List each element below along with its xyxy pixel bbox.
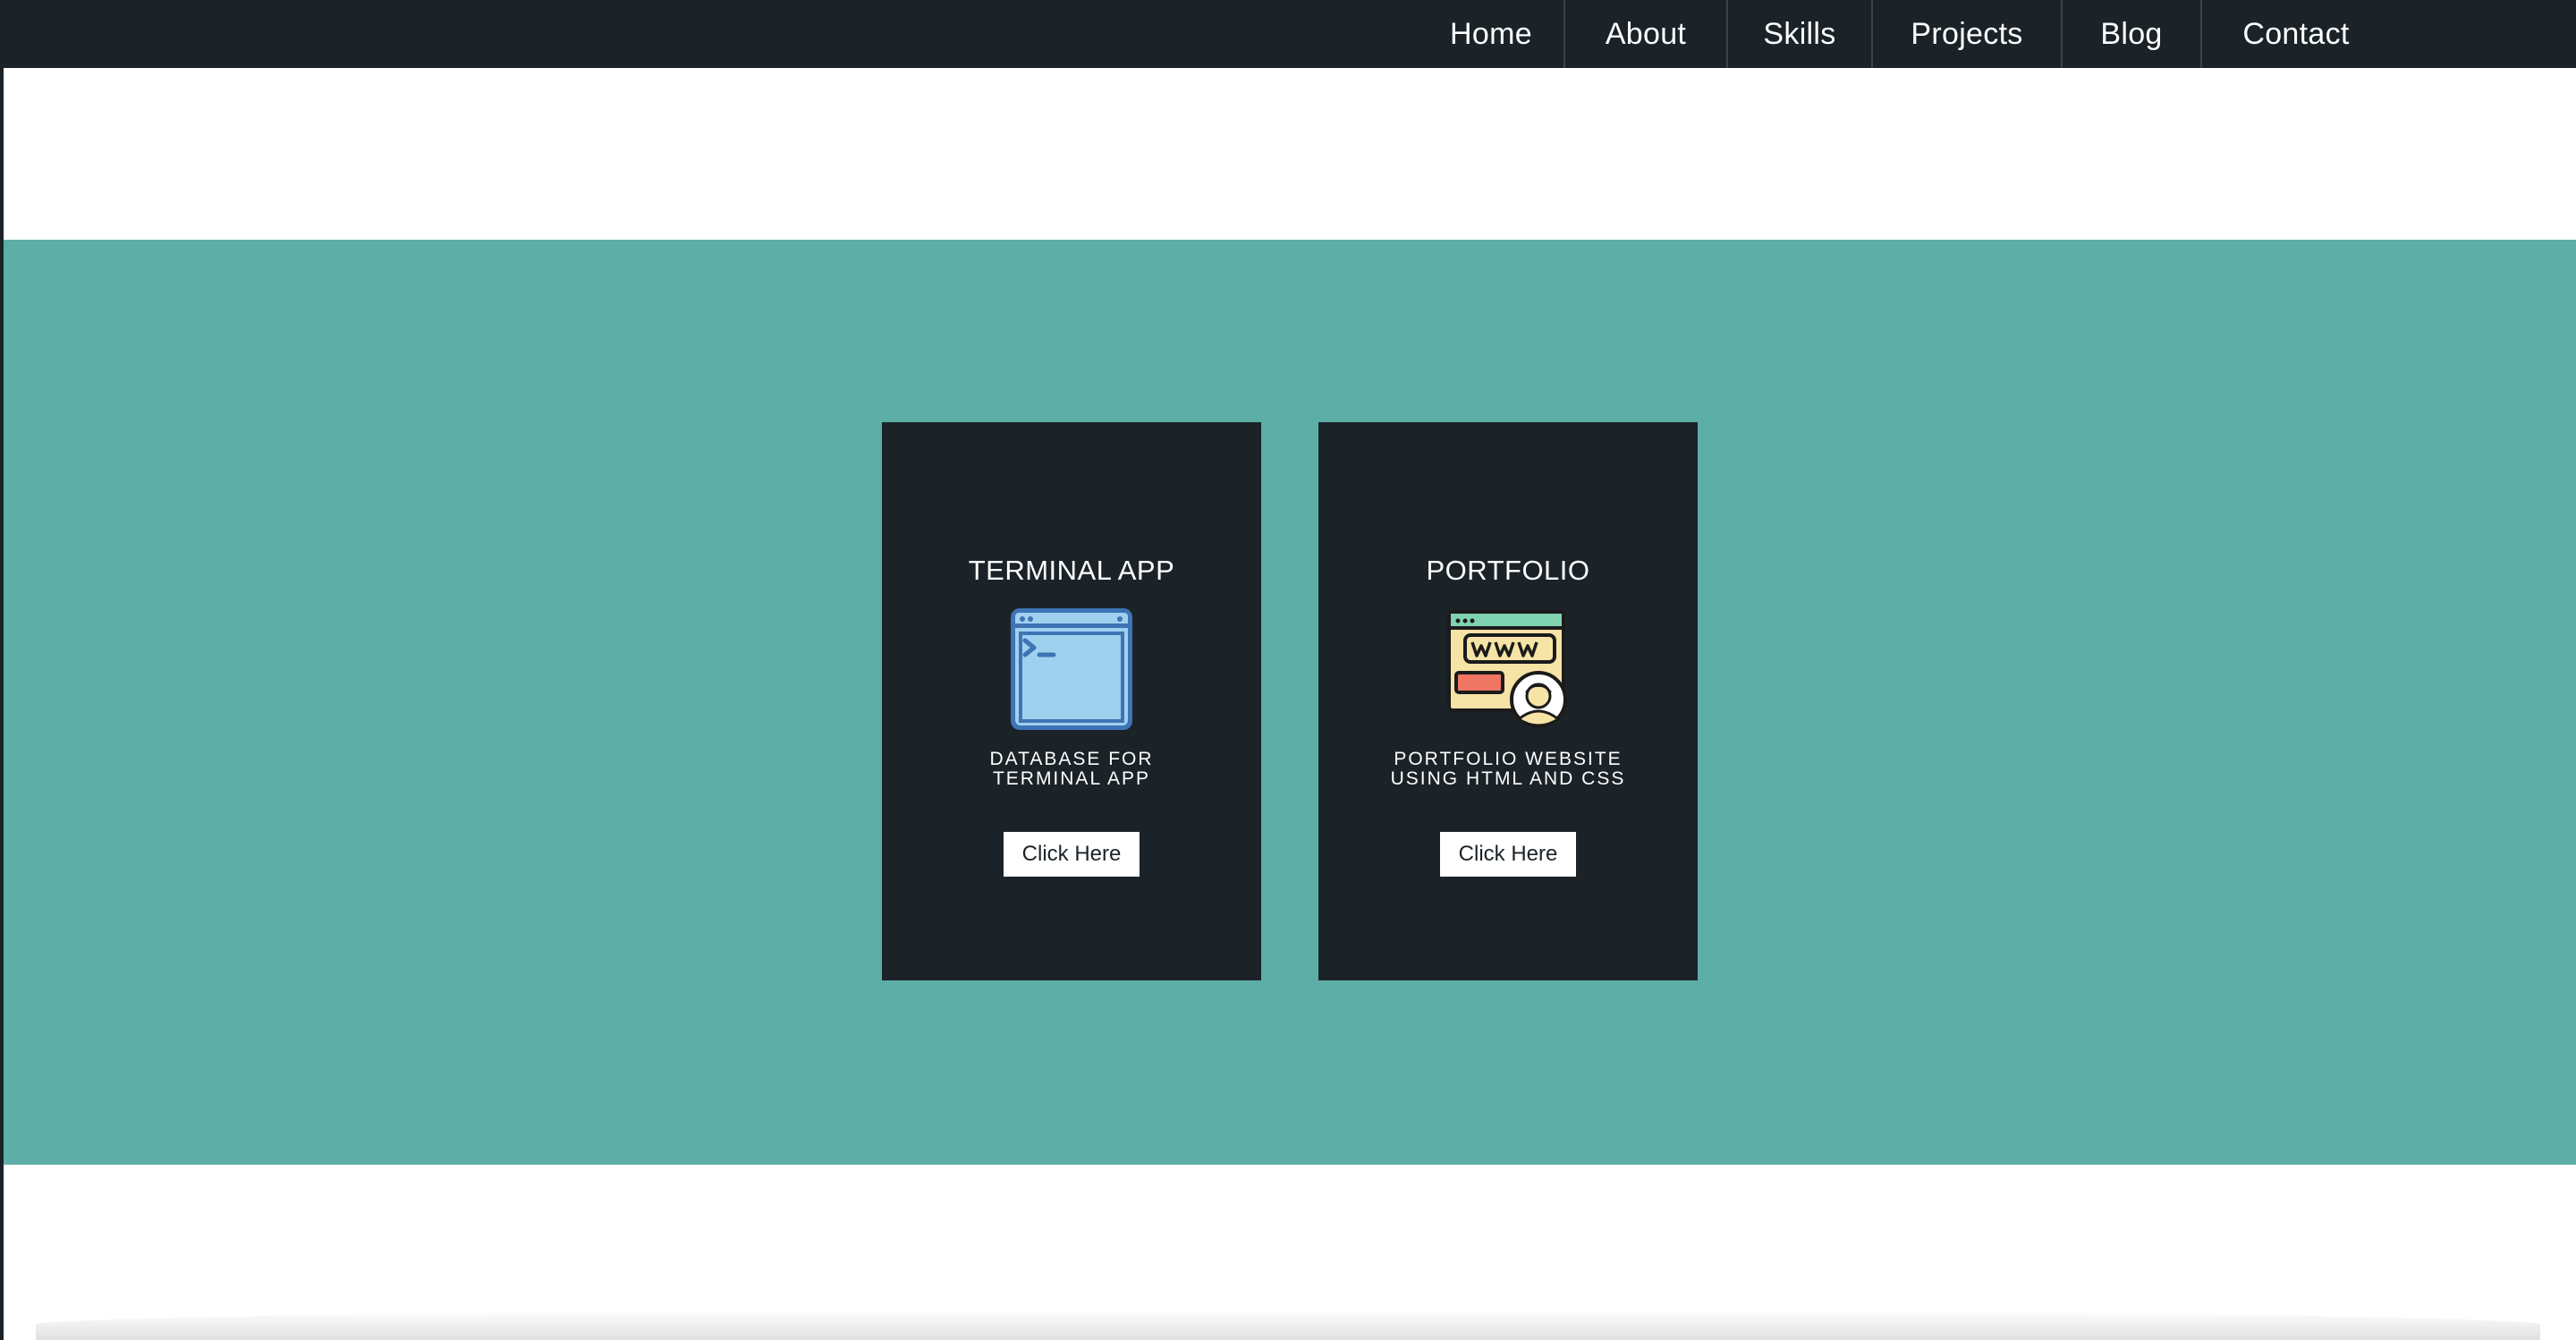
nav-list: Home About Skills Projects Blog Contact xyxy=(1419,0,2576,68)
project-title: PORTFOLIO xyxy=(1426,555,1590,586)
navbar: Home About Skills Projects Blog Contact xyxy=(0,0,2576,68)
project-description: PORTFOLIO WEBSITE USING HTML AND CSS xyxy=(1390,749,1626,789)
window-edge xyxy=(0,0,4,1340)
page: Home About Skills Projects Blog Contact … xyxy=(0,0,2576,1340)
nav-item-about[interactable]: About xyxy=(1563,0,1726,68)
window-bottom-shadow xyxy=(36,1310,2540,1340)
projects-section: TERMINAL APP DATABASE FOR TERMINAL APP C… xyxy=(0,240,2576,1165)
nav-item-projects[interactable]: Projects xyxy=(1871,0,2061,68)
nav-spacer xyxy=(2390,0,2576,68)
nav-item-skills[interactable]: Skills xyxy=(1726,0,1871,68)
terminal-window-icon xyxy=(1011,608,1132,730)
nav-item-blog[interactable]: Blog xyxy=(2061,0,2200,68)
project-title: TERMINAL APP xyxy=(968,555,1175,586)
project-card-portfolio: PORTFOLIO PORTFOLIO WEBSITE USING HTML A… xyxy=(1318,422,1698,980)
website-portfolio-icon xyxy=(1447,610,1567,728)
click-here-button[interactable]: Click Here xyxy=(1004,832,1140,877)
nav-item-home[interactable]: Home xyxy=(1419,0,1563,68)
project-card-terminal-app: TERMINAL APP DATABASE FOR TERMINAL APP C… xyxy=(882,422,1261,980)
project-description: DATABASE FOR TERMINAL APP xyxy=(989,749,1154,789)
click-here-button[interactable]: Click Here xyxy=(1440,832,1576,877)
nav-item-contact[interactable]: Contact xyxy=(2200,0,2390,68)
